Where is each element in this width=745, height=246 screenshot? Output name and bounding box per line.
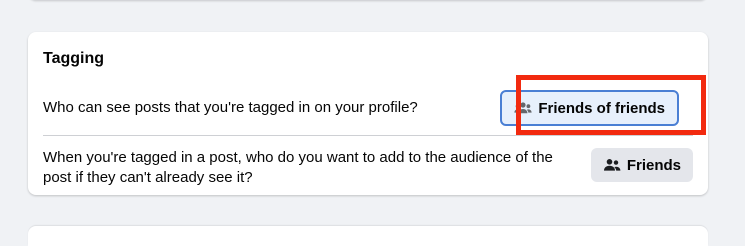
friends-icon bbox=[603, 157, 621, 173]
setting-question: When you're tagged in a post, who do you… bbox=[43, 149, 553, 186]
friends-of-friends-icon bbox=[514, 100, 532, 116]
audience-button-friends[interactable]: Friends bbox=[590, 148, 693, 182]
audience-button-label: Friends bbox=[626, 156, 681, 174]
tagging-settings-card: Tagging Who can see posts that you're ta… bbox=[28, 32, 708, 195]
setting-row-tag-audience-expansion: When you're tagged in a post, who do you… bbox=[43, 136, 693, 190]
next-settings-card bbox=[28, 226, 708, 246]
setting-row-profile-tag-visibility: Who can see posts that you're tagged in … bbox=[43, 84, 693, 132]
audience-button-label: Friends of friends bbox=[538, 99, 665, 117]
section-title: Tagging bbox=[43, 50, 105, 67]
audience-button-friends-of-friends[interactable]: Friends of friends bbox=[500, 90, 679, 126]
setting-question: Who can see posts that you're tagged in … bbox=[43, 99, 418, 116]
